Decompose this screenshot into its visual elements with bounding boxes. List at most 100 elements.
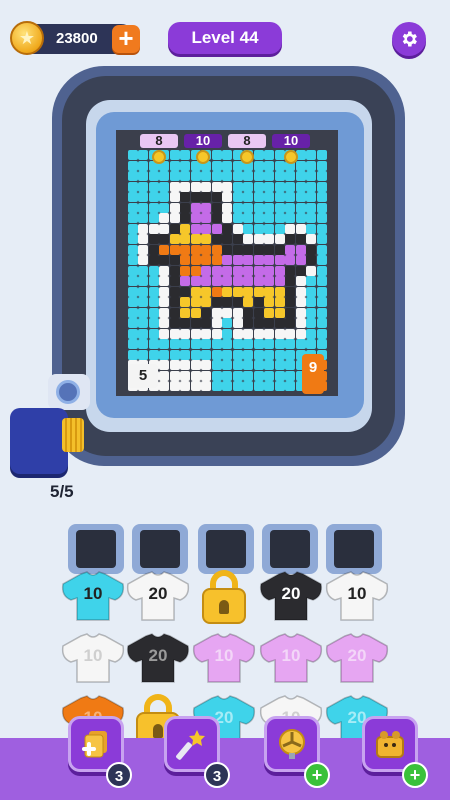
pixel-cell (316, 265, 327, 276)
shirt-item[interactable]: 10 (59, 570, 127, 622)
settings-button[interactable] (392, 22, 426, 56)
pixel-cell (127, 171, 138, 181)
buy-coins-button[interactable]: + (112, 25, 140, 53)
pixel-cell (159, 244, 169, 255)
pixel-cell (148, 213, 159, 223)
pixel-cell (264, 328, 274, 339)
pixel-cell (117, 150, 127, 160)
pixel-cell (306, 307, 316, 318)
pixel-cell (253, 223, 264, 234)
padlock-icon[interactable] (200, 570, 248, 624)
pixel-cell (148, 202, 159, 213)
coin-star-icon: ★ (10, 21, 44, 55)
pixel-cell (327, 181, 337, 192)
pixel-cell (211, 171, 222, 181)
pixel-cell (232, 265, 243, 276)
pixel-cell (127, 160, 138, 171)
shirt-count: 10 (281, 646, 301, 665)
pixel-cell (211, 349, 222, 360)
pixel-cell (274, 265, 285, 276)
pixel-cell (295, 213, 306, 223)
pixel-cell (169, 160, 180, 171)
pixel-cell (169, 286, 180, 297)
pixel-cell (316, 276, 327, 286)
pixel-cell (243, 286, 253, 297)
pixel-cell (138, 318, 148, 328)
holding-slot[interactable] (262, 524, 318, 574)
pixel-cell (264, 307, 274, 318)
pixel-cell (201, 286, 211, 297)
shirt-item[interactable]: 20 (124, 570, 192, 622)
pixel-cell (253, 370, 264, 381)
pixel-cell (264, 286, 274, 297)
pixel-cell (295, 171, 306, 181)
pixel-cell (180, 276, 190, 286)
shirt-item[interactable]: 10 (323, 570, 391, 622)
pixel-cell (117, 360, 127, 370)
pixel-cell (285, 234, 295, 244)
pixel-cell (285, 339, 295, 349)
pixel-cell (138, 339, 148, 349)
pixel-cell (159, 223, 169, 234)
pixel-cell (169, 255, 180, 265)
pixel-cell (327, 286, 337, 297)
shirt-item[interactable]: 10 (59, 632, 127, 684)
pixel-cell (201, 318, 211, 328)
pixel-cell (327, 244, 337, 255)
pixel-cell (138, 265, 148, 276)
pixel-cell (274, 181, 285, 192)
pixel-cell (274, 244, 285, 255)
white-shirt-counter: 5 (128, 364, 158, 388)
shirt-item[interactable]: 20 (323, 632, 391, 684)
pixel-cell (190, 328, 201, 339)
pixel-cell (285, 370, 295, 381)
pixel-cell (243, 276, 253, 286)
pixel-cell (138, 181, 148, 192)
pixel-cell (316, 181, 327, 192)
pixel-cell (159, 370, 169, 381)
pixel-cell (138, 286, 148, 297)
pixel-cell (295, 286, 306, 297)
pixel-cell (190, 234, 201, 244)
pixel-cell (306, 171, 316, 181)
pixel-cell (327, 213, 337, 223)
pixel-cell (264, 244, 274, 255)
pixel-cell (222, 202, 232, 213)
pixel-cell (222, 318, 232, 328)
pixel-cell (243, 181, 253, 192)
holding-slot[interactable] (326, 524, 382, 574)
bear-box-buy-badge[interactable]: + (402, 762, 428, 788)
holding-slot[interactable] (68, 524, 124, 574)
pixel-cell (148, 181, 159, 192)
pixel-cell (327, 255, 337, 265)
pixel-cell (127, 223, 138, 234)
pixel-cell (327, 318, 337, 328)
shirt-item[interactable]: 20 (124, 632, 192, 684)
pixel-cell (295, 339, 306, 349)
pixel-cell (190, 223, 201, 234)
pixel-cell (274, 349, 285, 360)
shirt-item[interactable]: 10 (257, 632, 325, 684)
pixel-cell (211, 370, 222, 381)
pixel-cell (159, 328, 169, 339)
holding-slot[interactable] (132, 524, 188, 574)
pixel-cell (285, 255, 295, 265)
pixel-cell (295, 202, 306, 213)
fan-buy-badge[interactable]: + (304, 762, 330, 788)
pixel-cell (211, 318, 222, 328)
shirt-item[interactable]: 20 (257, 570, 325, 622)
pixel-cell (243, 213, 253, 223)
pixel-cell (264, 370, 274, 381)
pixel-cell (264, 181, 274, 192)
pixel-cell (117, 297, 127, 307)
pixel-cell (211, 276, 222, 286)
pixel-cell (222, 223, 232, 234)
pixel-cell (127, 297, 138, 307)
shirt-item[interactable]: 10 (190, 632, 258, 684)
pixel-cell (190, 360, 201, 370)
holding-slot[interactable] (198, 524, 254, 574)
cards-icon (82, 731, 107, 758)
pixel-cell (306, 244, 316, 255)
key-icon (196, 150, 210, 164)
pixel-cell (117, 244, 127, 255)
